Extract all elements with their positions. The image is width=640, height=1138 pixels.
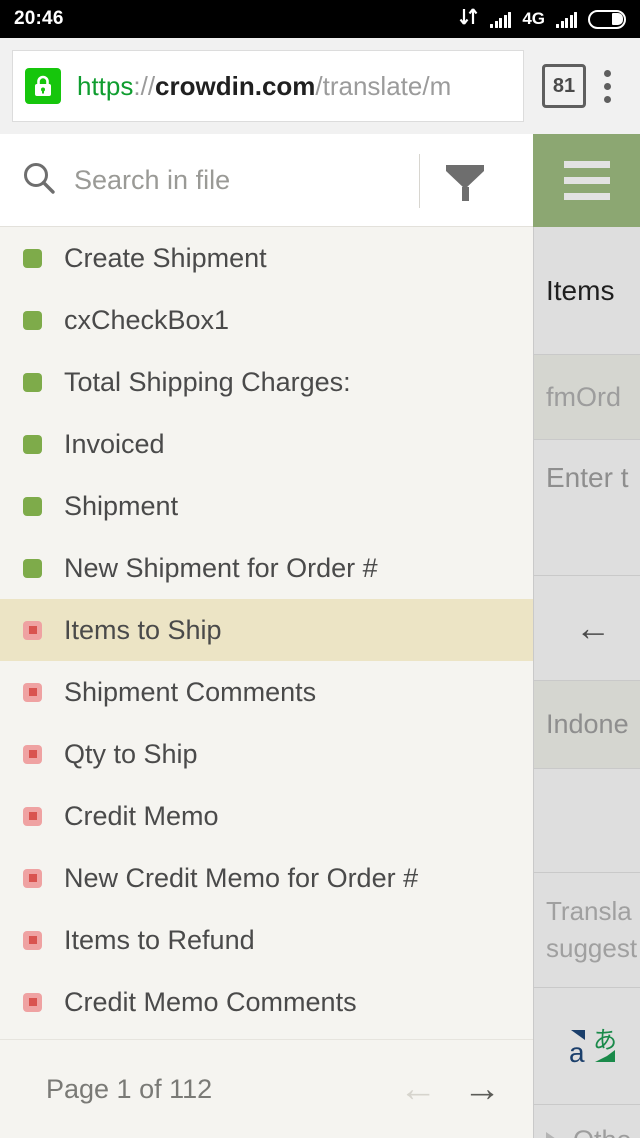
- list-item[interactable]: Shipment Comments: [0, 661, 533, 723]
- editor-panel: Items fmOrd Enter t ← Indone Transla sug…: [533, 227, 640, 1138]
- hamburger-menu-icon: [563, 161, 610, 168]
- status-bar: 20:46 4G: [0, 0, 640, 38]
- status-approved-icon: [23, 310, 42, 330]
- filter-icon: [446, 161, 484, 201]
- search-bar[interactable]: Search in file: [0, 134, 533, 227]
- list-item[interactable]: Shipment: [0, 475, 533, 537]
- data-transfer-icon: [459, 7, 479, 31]
- list-item-label: Credit Memo Comments: [64, 986, 357, 1017]
- list-item[interactable]: Total Shipping Charges:: [0, 351, 533, 413]
- list-item[interactable]: New Credit Memo for Order #: [0, 847, 533, 909]
- lock-icon: [25, 68, 61, 104]
- source-string: Items: [534, 227, 640, 355]
- other-label: Othe: [573, 1125, 632, 1138]
- search-icon: [22, 161, 56, 200]
- list-item-label: cxCheckBox1: [64, 304, 230, 335]
- status-untranslated-icon: [23, 682, 42, 702]
- pagination-controls: ← →: [399, 1070, 501, 1108]
- translation-input[interactable]: Enter t: [534, 440, 640, 576]
- signal-icon-secondary: [556, 11, 577, 28]
- editor-spacer: [534, 769, 640, 873]
- address-bar[interactable]: https://crowdin.com/translate/m: [12, 50, 524, 122]
- status-untranslated-icon: [23, 620, 42, 640]
- list-item-label: New Shipment for Order #: [64, 552, 378, 583]
- search-input[interactable]: Search in file: [74, 165, 230, 196]
- status-untranslated-icon: [23, 744, 42, 764]
- network-type-label: 4G: [522, 9, 545, 28]
- tab-counter-button[interactable]: 81: [542, 64, 586, 108]
- toolbar-divider: [419, 154, 420, 208]
- arrow-left-icon[interactable]: ←: [399, 1070, 437, 1108]
- list-item[interactable]: Qty to Ship: [0, 723, 533, 785]
- status-approved-icon: [23, 558, 42, 578]
- pagination-bar: Page 1 of 112 ← →: [0, 1039, 533, 1138]
- status-untranslated-icon: [23, 868, 42, 888]
- hamburger-menu-button[interactable]: [533, 134, 640, 227]
- list-item[interactable]: Create Shipment: [0, 227, 533, 289]
- svg-text:a: a: [569, 1037, 585, 1068]
- url-text: https://crowdin.com/translate/m: [77, 71, 451, 102]
- list-item-label: Total Shipping Charges:: [64, 366, 351, 397]
- url-host: crowdin.com: [155, 70, 316, 101]
- list-item-label: Items to Refund: [64, 924, 255, 955]
- svg-text:あ: あ: [593, 1026, 617, 1054]
- triangle-right-icon: [546, 1131, 559, 1138]
- list-item-label: Shipment: [64, 490, 179, 521]
- filter-button[interactable]: [425, 134, 505, 227]
- list-item[interactable]: New Shipment for Order #: [0, 537, 533, 599]
- list-item[interactable]: cxCheckBox1: [0, 289, 533, 351]
- list-item-label: Credit Memo: [64, 800, 219, 831]
- url-separator: ://: [133, 70, 156, 101]
- string-list[interactable]: Create Shipment cxCheckBox1 Total Shipping…: [0, 227, 533, 1039]
- page-indicator: Page 1 of 112: [46, 1073, 213, 1104]
- list-item-label: Create Shipment: [64, 242, 267, 273]
- list-item-label: Items to Ship: [64, 614, 222, 645]
- arrow-right-icon[interactable]: →: [463, 1070, 501, 1108]
- list-item[interactable]: Credit Memo: [0, 785, 533, 847]
- url-scheme: https: [77, 70, 134, 101]
- suggestions-header: Transla suggest: [534, 873, 640, 988]
- list-item-label: New Credit Memo for Order #: [64, 862, 419, 893]
- status-clock: 20:46: [14, 8, 64, 29]
- list-item-label: Shipment Comments: [64, 676, 317, 707]
- phone-screen: 20:46 4G https://crowdin.com/translate/m…: [0, 0, 640, 1138]
- other-suggestions-row[interactable]: Othe: [534, 1105, 640, 1138]
- status-untranslated-icon: [23, 806, 42, 826]
- machine-translation-row[interactable]: a あ: [534, 988, 640, 1105]
- battery-icon: [588, 9, 626, 29]
- status-untranslated-icon: [23, 992, 42, 1012]
- status-untranslated-icon: [23, 930, 42, 950]
- status-icon-group: 4G: [459, 7, 626, 31]
- list-item[interactable]: Items to Refund: [0, 909, 533, 971]
- suggestions-line-1: Transla: [546, 896, 632, 926]
- suggestions-line-2: suggest: [546, 933, 638, 963]
- list-item-label: Qty to Ship: [64, 738, 198, 769]
- signal-icon: [490, 11, 512, 28]
- target-language-label[interactable]: Indone: [534, 681, 640, 769]
- browser-toolbar: https://crowdin.com/translate/m 81: [0, 38, 640, 134]
- url-path: /translate/m: [315, 70, 452, 101]
- list-item[interactable]: Invoiced: [0, 413, 533, 475]
- status-approved-icon: [23, 248, 42, 268]
- context-label: fmOrd: [534, 355, 640, 440]
- translate-icon: a あ: [567, 1022, 619, 1070]
- status-approved-icon: [23, 496, 42, 516]
- status-approved-icon: [23, 434, 42, 454]
- list-item[interactable]: Items to Ship: [0, 599, 533, 661]
- list-item-label: Invoiced: [64, 428, 165, 459]
- kebab-menu-icon[interactable]: [586, 69, 628, 103]
- list-item[interactable]: Credit Memo Comments: [0, 971, 533, 1033]
- status-approved-icon: [23, 372, 42, 392]
- back-button[interactable]: ←: [534, 576, 640, 681]
